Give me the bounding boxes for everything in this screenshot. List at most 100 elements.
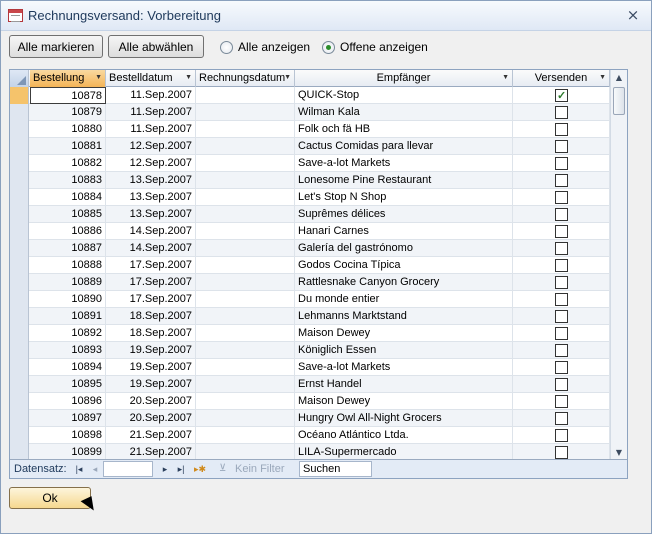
order-number-cell[interactable]: 10895 — [30, 376, 106, 393]
show-open-radio[interactable] — [322, 40, 335, 54]
order-number-cell[interactable]: 10893 — [30, 342, 106, 359]
recipient-cell[interactable]: Du monde entier — [295, 291, 513, 308]
last-record-icon[interactable]: ▸| — [176, 463, 186, 475]
invoice-date-cell[interactable] — [196, 104, 295, 121]
row-selector[interactable] — [10, 291, 29, 308]
chevron-down-icon[interactable]: ▼ — [185, 70, 192, 86]
recipient-cell[interactable]: Hungry Owl All-Night Grocers — [295, 410, 513, 427]
send-checkbox[interactable] — [555, 310, 568, 323]
chevron-down-icon[interactable]: ▼ — [95, 70, 102, 86]
recipient-cell[interactable]: Lonesome Pine Restaurant — [295, 172, 513, 189]
unmark-all-button[interactable]: Alle abwählen — [108, 35, 204, 58]
row-selector[interactable] — [10, 274, 29, 291]
search-input[interactable]: Suchen — [299, 461, 372, 477]
invoice-date-cell[interactable] — [196, 376, 295, 393]
order-date-cell[interactable]: 19.Sep.2007 — [106, 342, 196, 359]
invoice-date-cell[interactable] — [196, 359, 295, 376]
row-selector[interactable] — [10, 393, 29, 410]
order-number-cell[interactable]: 10891 — [30, 308, 106, 325]
recipient-cell[interactable]: Lehmanns Marktstand — [295, 308, 513, 325]
order-date-cell[interactable]: 12.Sep.2007 — [106, 138, 196, 155]
invoice-date-cell[interactable] — [196, 427, 295, 444]
chevron-down-icon[interactable]: ▼ — [599, 70, 606, 86]
first-record-icon[interactable]: |◂ — [74, 463, 84, 475]
table-row[interactable]: 10892 18.Sep.2007 Maison Dewey — [10, 325, 610, 342]
row-selector[interactable] — [10, 138, 29, 155]
table-row[interactable]: 10885 13.Sep.2007 Suprêmes délices — [10, 206, 610, 223]
filter-icon[interactable]: ⊻ — [219, 463, 226, 474]
send-checkbox[interactable] — [555, 327, 568, 340]
row-selector[interactable] — [10, 359, 29, 376]
table-row[interactable]: 10887 14.Sep.2007 Galería del gastrónomo — [10, 240, 610, 257]
send-checkbox[interactable] — [555, 225, 568, 238]
send-checkbox[interactable] — [555, 412, 568, 425]
order-number-cell[interactable]: 10882 — [30, 155, 106, 172]
row-selector[interactable] — [10, 325, 29, 342]
recipient-cell[interactable]: Galería del gastrónomo — [295, 240, 513, 257]
invoice-date-cell[interactable] — [196, 308, 295, 325]
table-row[interactable]: 10888 17.Sep.2007 Godos Cocina Típica — [10, 257, 610, 274]
table-row[interactable]: 10891 18.Sep.2007 Lehmanns Marktstand — [10, 308, 610, 325]
order-number-cell[interactable]: 10881 — [30, 138, 106, 155]
vertical-scrollbar[interactable]: ▲ ▼ — [610, 70, 627, 461]
row-selector[interactable] — [10, 155, 29, 172]
order-number-cell[interactable]: 10892 — [30, 325, 106, 342]
order-date-cell[interactable]: 13.Sep.2007 — [106, 172, 196, 189]
table-row[interactable]: 10890 17.Sep.2007 Du monde entier — [10, 291, 610, 308]
invoice-date-cell[interactable] — [196, 393, 295, 410]
send-checkbox[interactable] — [555, 446, 568, 459]
new-record-icon[interactable]: ▸✱ — [194, 463, 206, 475]
column-header-invoice-date[interactable]: Rechnungsdatum ▼ — [196, 70, 295, 87]
recipient-cell[interactable]: Königlich Essen — [295, 342, 513, 359]
recipient-cell[interactable]: Save-a-lot Markets — [295, 359, 513, 376]
invoice-date-cell[interactable] — [196, 206, 295, 223]
invoice-date-cell[interactable] — [196, 87, 295, 104]
send-checkbox[interactable] — [555, 191, 568, 204]
invoice-date-cell[interactable] — [196, 291, 295, 308]
recipient-cell[interactable]: Save-a-lot Markets — [295, 155, 513, 172]
scroll-up-icon[interactable]: ▲ — [611, 70, 627, 86]
order-date-cell[interactable]: 17.Sep.2007 — [106, 274, 196, 291]
table-row[interactable]: 10881 12.Sep.2007 Cactus Comidas para llev… — [10, 138, 610, 155]
row-selector[interactable] — [10, 376, 29, 393]
order-number-cell[interactable]: 10897 — [30, 410, 106, 427]
no-filter-label[interactable]: Kein Filter — [235, 463, 285, 475]
send-checkbox[interactable] — [555, 259, 568, 272]
order-number-cell[interactable]: 10878 — [30, 87, 106, 104]
order-date-cell[interactable]: 13.Sep.2007 — [106, 206, 196, 223]
show-all-radio[interactable] — [220, 40, 233, 54]
order-date-cell[interactable]: 11.Sep.2007 — [106, 87, 196, 104]
invoice-date-cell[interactable] — [196, 172, 295, 189]
order-number-cell[interactable]: 10887 — [30, 240, 106, 257]
prev-record-icon[interactable]: ◂ — [90, 463, 100, 475]
send-checkbox[interactable] — [555, 140, 568, 153]
table-row[interactable]: 10886 14.Sep.2007 Hanari Carnes — [10, 223, 610, 240]
row-selector[interactable] — [10, 240, 29, 257]
order-date-cell[interactable]: 18.Sep.2007 — [106, 325, 196, 342]
order-number-cell[interactable]: 10880 — [30, 121, 106, 138]
recipient-cell[interactable]: Hanari Carnes — [295, 223, 513, 240]
send-checkbox[interactable] — [555, 361, 568, 374]
row-selector[interactable] — [10, 342, 29, 359]
table-row[interactable]: 10884 13.Sep.2007 Let's Stop N Shop — [10, 189, 610, 206]
recipient-cell[interactable]: Océano Atlántico Ltda. — [295, 427, 513, 444]
chevron-down-icon[interactable]: ▼ — [284, 70, 291, 86]
row-selector[interactable] — [10, 308, 29, 325]
row-selector[interactable] — [10, 206, 29, 223]
close-icon[interactable]: × — [625, 6, 641, 24]
order-number-cell[interactable]: 10883 — [30, 172, 106, 189]
order-number-cell[interactable]: 10890 — [30, 291, 106, 308]
recipient-cell[interactable]: Maison Dewey — [295, 325, 513, 342]
order-number-cell[interactable]: 10896 — [30, 393, 106, 410]
order-date-cell[interactable]: 21.Sep.2007 — [106, 427, 196, 444]
order-date-cell[interactable]: 12.Sep.2007 — [106, 155, 196, 172]
order-number-cell[interactable]: 10898 — [30, 427, 106, 444]
ok-button[interactable]: Ok — [9, 487, 91, 509]
invoice-date-cell[interactable] — [196, 342, 295, 359]
show-open-option[interactable]: Offene anzeigen — [322, 39, 428, 55]
send-checkbox[interactable] — [555, 378, 568, 391]
invoice-date-cell[interactable] — [196, 274, 295, 291]
send-checkbox[interactable] — [555, 429, 568, 442]
order-date-cell[interactable]: 14.Sep.2007 — [106, 223, 196, 240]
send-checkbox[interactable] — [555, 276, 568, 289]
